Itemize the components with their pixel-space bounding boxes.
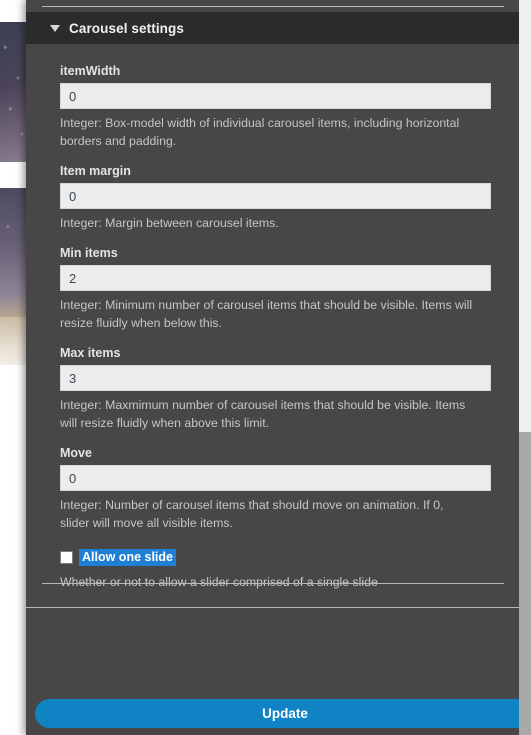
divider-top <box>42 6 504 7</box>
max-items-input[interactable] <box>60 365 491 391</box>
divider-inset <box>42 583 504 584</box>
checkbox-row-allow-one-slide: Allow one slide <box>60 549 504 566</box>
field-description-min-items: Integer: Minimum number of carousel item… <box>60 298 473 330</box>
screen-root: Carousel settings itemWidth Integer: Box… <box>0 0 531 735</box>
background-page-strip <box>0 0 26 735</box>
allow-one-slide-checkbox[interactable] <box>60 551 73 564</box>
vertical-scrollbar[interactable] <box>519 0 531 735</box>
item-width-input[interactable] <box>60 83 491 109</box>
field-label-item-margin: Item margin <box>60 164 131 178</box>
panel-footer: Update <box>26 652 519 735</box>
background-thumbnail-beach <box>0 317 26 365</box>
field-label-item-width: itemWidth <box>60 64 121 78</box>
divider-section-end <box>26 607 519 608</box>
carousel-settings-body: itemWidth Integer: Box-model width of in… <box>26 44 519 651</box>
field-item-width: itemWidth Integer: Box-model width of in… <box>60 64 504 150</box>
field-min-items: Min items Integer: Minimum number of car… <box>60 246 504 332</box>
section-title: Carousel settings <box>69 20 184 36</box>
chevron-down-icon <box>50 24 60 32</box>
field-description-max-items: Integer: Maxmimum number of carousel ite… <box>60 398 466 430</box>
allow-one-slide-label[interactable]: Allow one slide <box>79 549 176 566</box>
move-input[interactable] <box>60 465 491 491</box>
field-label-move: Move <box>60 446 92 460</box>
section-header-carousel-settings[interactable]: Carousel settings <box>26 12 519 44</box>
field-label-min-items: Min items <box>60 246 118 260</box>
background-thumbnail-night-sky <box>0 22 26 162</box>
field-description-move: Integer: Number of carousel items that s… <box>60 498 444 530</box>
checkbox-description-allow-one-slide: Whether or not to allow a slider compris… <box>60 575 378 589</box>
update-button[interactable]: Update <box>35 699 519 728</box>
field-description-item-margin: Integer: Margin between carousel items. <box>60 216 279 230</box>
field-description-item-width: Integer: Box-model width of individual c… <box>60 116 460 148</box>
field-move: Move Integer: Number of carousel items t… <box>60 446 504 532</box>
carousel-settings-panel: Carousel settings itemWidth Integer: Box… <box>26 0 519 735</box>
item-margin-input[interactable] <box>60 183 491 209</box>
vertical-scrollbar-thumb[interactable] <box>519 432 531 735</box>
field-label-max-items: Max items <box>60 346 121 360</box>
field-max-items: Max items Integer: Maxmimum number of ca… <box>60 346 504 432</box>
field-item-margin: Item margin Integer: Margin between caro… <box>60 164 504 232</box>
min-items-input[interactable] <box>60 265 491 291</box>
